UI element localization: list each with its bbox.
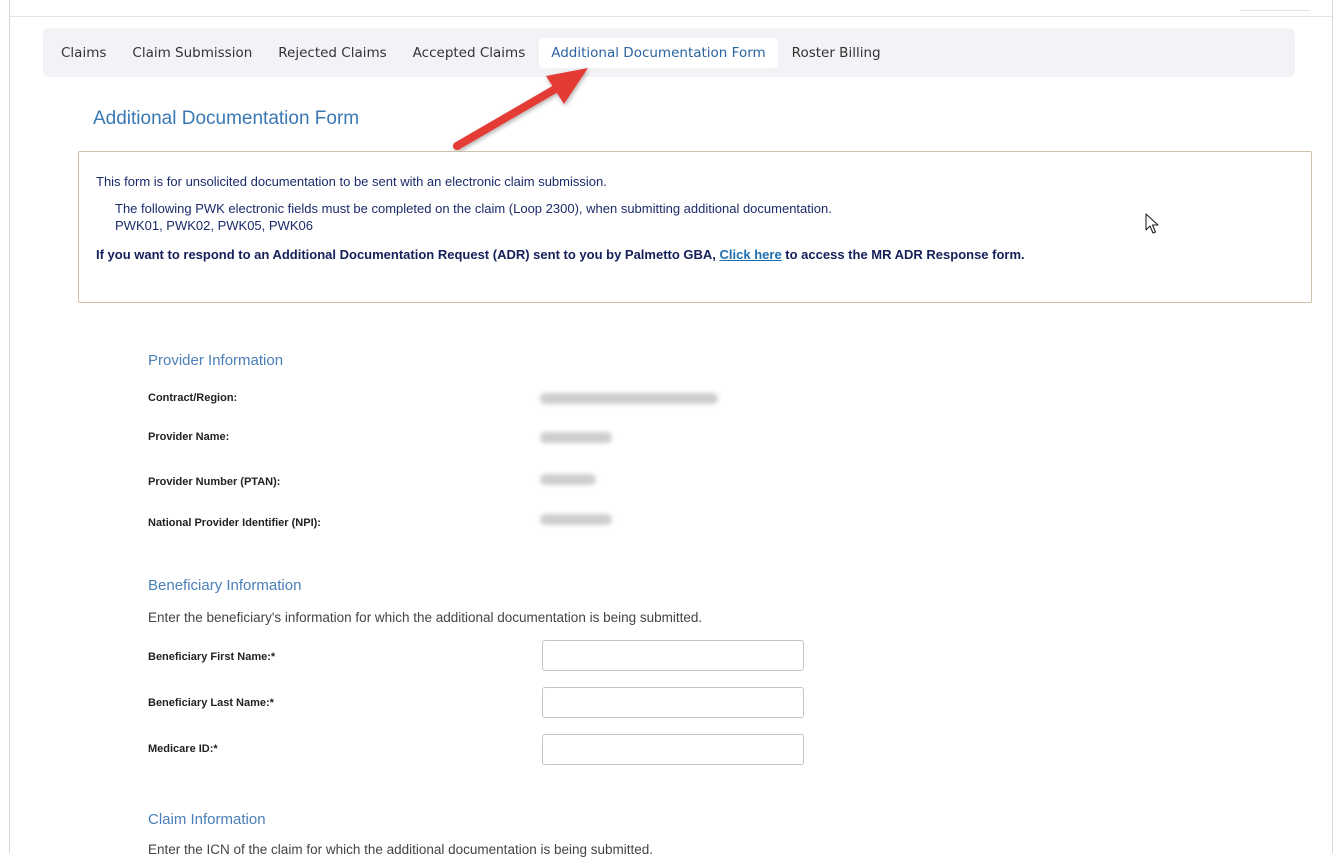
notice-box: This form is for unsolicited documentati…: [78, 151, 1312, 303]
beneficiary-instructions: Enter the beneficiary's information for …: [148, 610, 703, 625]
provider-number-label: Provider Number (PTAN):: [148, 476, 281, 488]
beneficiary-first-name-input[interactable]: [542, 640, 804, 671]
beneficiary-last-name-input[interactable]: [542, 687, 804, 718]
adr-text-after: to access the MR ADR Response form.: [781, 247, 1025, 262]
claim-instructions: Enter the ICN of the claim for which the…: [148, 842, 654, 857]
provider-name-value-redacted: [540, 432, 612, 443]
medicare-id-input[interactable]: [542, 734, 804, 765]
notice-line-unsolicited: This form is for unsolicited documentati…: [96, 174, 607, 189]
mouse-pointer-icon: [1145, 213, 1159, 234]
claim-information-heading: Claim Information: [148, 811, 266, 828]
provider-name-label: Provider Name:: [148, 431, 230, 443]
medicare-id-label: Medicare ID:*: [148, 743, 218, 755]
provider-number-value-redacted: [540, 474, 596, 485]
provider-information-heading: Provider Information: [148, 352, 284, 369]
beneficiary-last-name-label: Beneficiary Last Name:*: [148, 697, 274, 709]
beneficiary-first-name-label: Beneficiary First Name:*: [148, 651, 276, 663]
notice-line-pwk-fields: The following PWK electronic fields must…: [115, 201, 832, 216]
notice-line-pwk-codes: PWK01, PWK02, PWK05, PWK06: [115, 218, 313, 233]
contract-region-value-redacted: [540, 393, 718, 404]
npi-value-redacted: [540, 514, 612, 525]
page-title: Additional Documentation Form: [93, 108, 360, 129]
notice-line-adr: If you want to respond to an Additional …: [96, 247, 1295, 262]
contract-region-label: Contract/Region:: [148, 392, 238, 404]
beneficiary-information-heading: Beneficiary Information: [148, 577, 302, 594]
adr-click-here-link[interactable]: Click here: [720, 247, 782, 262]
npi-label: National Provider Identifier (NPI):: [148, 517, 321, 529]
adr-text-before: If you want to respond to an Additional …: [96, 247, 720, 262]
